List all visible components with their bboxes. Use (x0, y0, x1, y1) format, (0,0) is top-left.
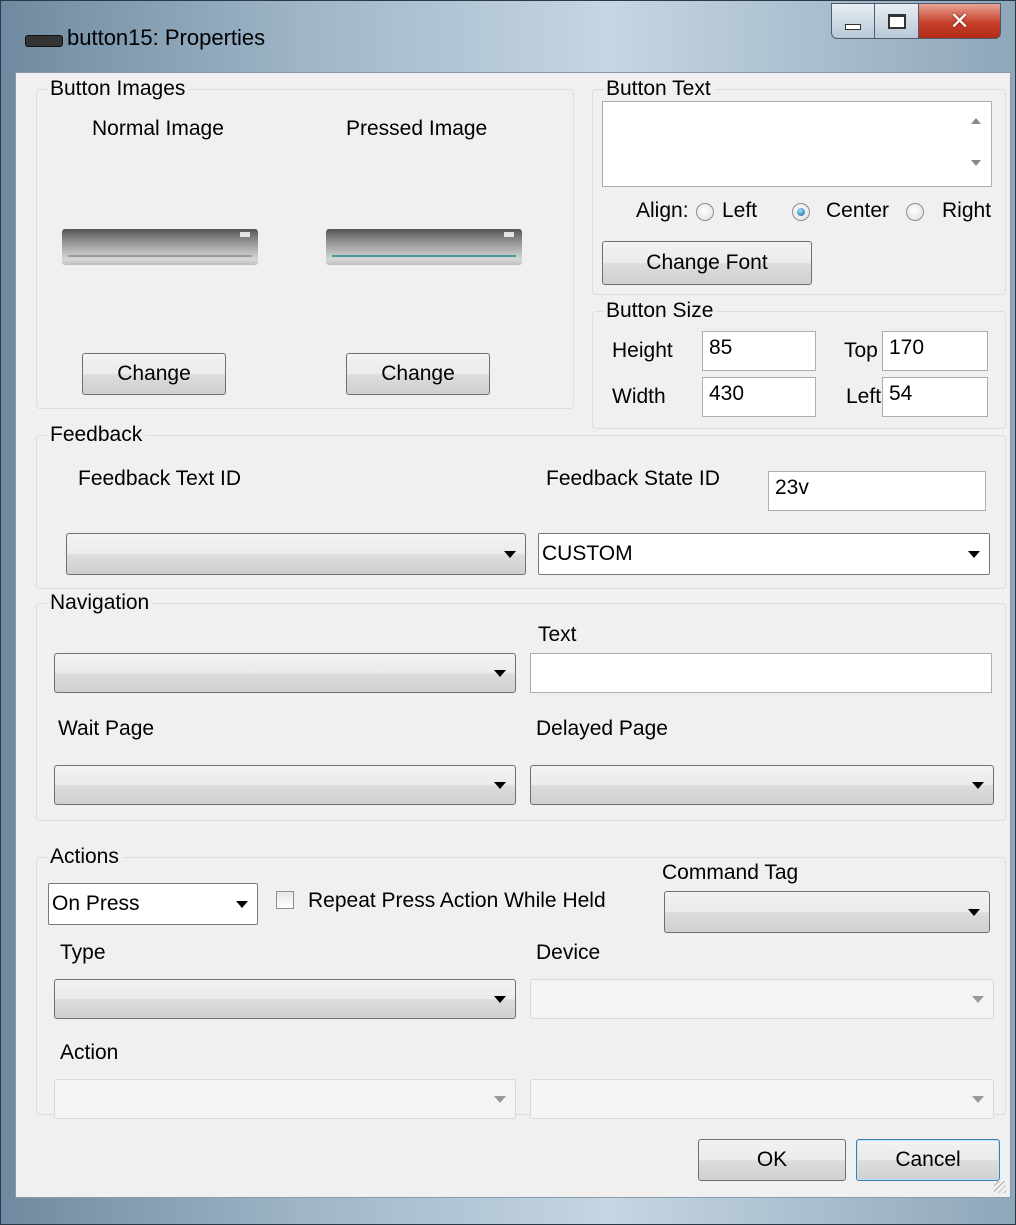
height-field[interactable]: 85 (702, 331, 816, 371)
device-label: Device (536, 941, 601, 964)
chevron-down-icon (494, 670, 506, 677)
width-field[interactable]: 430 (702, 377, 816, 417)
wait-page-combo[interactable] (54, 765, 516, 805)
action-label: Action (60, 1041, 119, 1064)
top-field[interactable]: 170 (882, 331, 988, 371)
action-trigger-combo[interactable]: On Press (48, 883, 258, 925)
chevron-down-icon (968, 551, 980, 558)
normal-image-change-button[interactable]: Change (82, 353, 226, 395)
align-left-radio[interactable] (696, 203, 714, 221)
normal-image-highlight (240, 232, 250, 237)
align-right-radio[interactable] (906, 203, 924, 221)
height-label: Height (612, 339, 673, 362)
chevron-down-icon (504, 551, 516, 558)
feedback-legend: Feedback (50, 423, 143, 446)
feedback-text-id-label: Feedback Text ID (78, 467, 242, 490)
delayed-page-label: Delayed Page (536, 717, 668, 740)
align-center-label: Center (826, 199, 890, 222)
button-size-legend: Button Size (606, 299, 714, 322)
close-icon: ✕ (949, 7, 970, 35)
wait-page-label: Wait Page (58, 717, 155, 740)
left-field[interactable]: 54 (882, 377, 988, 417)
normal-image-preview (62, 229, 258, 265)
chevron-down-icon (236, 901, 248, 908)
pressed-image-label: Pressed Image (346, 117, 488, 140)
nav-text-label: Text (538, 623, 577, 646)
ok-button[interactable]: OK (698, 1139, 846, 1181)
pressed-image-highlight (504, 232, 514, 237)
chevron-down-icon (494, 996, 506, 1003)
action-combo[interactable] (54, 1079, 516, 1119)
normal-image-label: Normal Image (92, 117, 224, 140)
minimize-button[interactable] (831, 3, 875, 39)
feedback-text-id-combo[interactable] (66, 533, 526, 575)
scroll-down-icon[interactable] (971, 160, 981, 166)
repeat-press-checkbox[interactable] (276, 891, 294, 909)
cancel-button[interactable]: Cancel (856, 1139, 1000, 1181)
command-tag-combo[interactable] (664, 891, 990, 933)
button-text-legend: Button Text (606, 77, 711, 100)
caption-buttons: ✕ (831, 3, 1001, 39)
command-tag-label: Command Tag (662, 861, 799, 884)
action-trigger-value: On Press (52, 892, 140, 915)
dialog-client-area: Button Images Normal Image Pressed Image… (15, 72, 1011, 1198)
chevron-down-icon (972, 782, 984, 789)
align-label: Align: (636, 199, 689, 222)
left-label: Left (846, 385, 882, 408)
repeat-press-label: Repeat Press Action While Held (308, 889, 606, 912)
chevron-down-icon (968, 909, 980, 916)
change-font-button[interactable]: Change Font (602, 241, 812, 285)
nav-text-field[interactable] (530, 653, 992, 693)
delayed-page-combo[interactable] (530, 765, 994, 805)
maximize-icon (887, 13, 906, 29)
window-icon (25, 35, 63, 47)
maximize-button[interactable] (875, 3, 919, 39)
type-label: Type (60, 941, 106, 964)
title-bar[interactable]: button15: Properties ✕ (1, 1, 1015, 71)
action-parameter-combo[interactable] (530, 1079, 994, 1119)
chevron-down-icon (972, 996, 984, 1003)
resize-grip-icon[interactable] (994, 1181, 1006, 1193)
align-right-label: Right (942, 199, 992, 222)
pressed-image-line (332, 255, 516, 257)
device-combo[interactable] (530, 979, 994, 1019)
close-button[interactable]: ✕ (919, 3, 1001, 39)
chevron-down-icon (972, 1096, 984, 1103)
feedback-state-id-field[interactable]: 23v (768, 471, 986, 511)
width-label: Width (612, 385, 666, 408)
button-text-area[interactable] (602, 101, 992, 187)
chevron-down-icon (494, 1096, 506, 1103)
scroll-up-icon[interactable] (971, 118, 981, 124)
properties-window: button15: Properties ✕ Button Images Nor… (0, 0, 1016, 1225)
window-title: button15: Properties (67, 25, 266, 50)
pressed-image-change-button[interactable]: Change (346, 353, 490, 395)
action-type-combo[interactable] (54, 979, 516, 1019)
feedback-state-combo-value: CUSTOM (542, 542, 633, 565)
button-images-legend: Button Images (50, 77, 186, 100)
pressed-image-preview (326, 229, 522, 265)
normal-image-line (68, 255, 252, 257)
feedback-state-combo[interactable]: CUSTOM (538, 533, 990, 575)
chevron-down-icon (494, 782, 506, 789)
actions-legend: Actions (50, 845, 119, 868)
feedback-state-id-label: Feedback State ID (546, 467, 720, 490)
top-label: Top (844, 339, 878, 362)
align-left-label: Left (722, 199, 758, 222)
minimize-icon (845, 24, 861, 30)
align-center-radio[interactable] (792, 203, 810, 221)
navigation-page-combo[interactable] (54, 653, 516, 693)
navigation-legend: Navigation (50, 591, 150, 614)
